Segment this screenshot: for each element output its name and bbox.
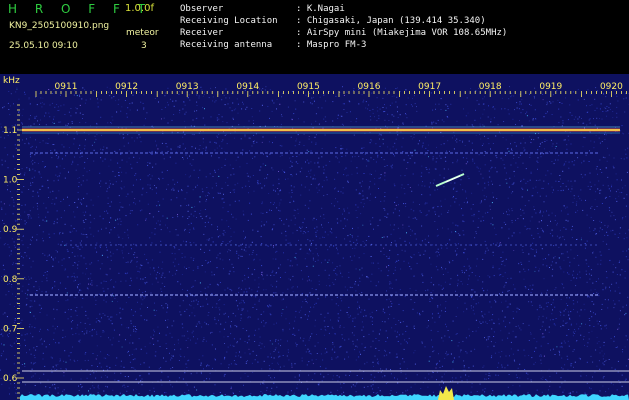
time-tick-label: 0916	[358, 82, 381, 92]
time-tick-label: 0918	[479, 82, 502, 92]
time-tick-label: 0911	[55, 82, 78, 92]
header-panel: H R O F F T 1.0.0f KN9_2505100910.png me…	[0, 0, 629, 74]
time-tick-label: 0919	[539, 82, 562, 92]
spectrogram-plot: 0911 0912 0913 0914 0915 0916 0917 0918 0919 0920…	[0, 74, 629, 400]
time-tick-label: 0915	[297, 82, 320, 92]
frequency-tick-label: 0.7	[3, 324, 17, 334]
time-tick-label: 0917	[418, 82, 441, 92]
antenna-value: : Maspro FM-3	[296, 40, 367, 50]
observer-value: : K.Nagai	[296, 4, 345, 14]
meteor-count-value: 3	[141, 41, 147, 51]
frequency-tick-label: 1.1	[3, 126, 17, 136]
receiver-label: Receiver	[180, 28, 224, 38]
location-value: : Chigasaki, Japan (139.414 35.340)	[296, 16, 486, 26]
antenna-label: Receiving antenna	[180, 40, 273, 50]
location-label: Receiving Location	[180, 16, 278, 26]
receiver-value: : AirSpy mini (Miakejima VOR 108.65MHz)	[296, 28, 508, 38]
image-filename: KN9_2505100910.png	[9, 21, 110, 31]
frequency-tick-label: 0.9	[3, 225, 18, 235]
frequency-tick-label: 0.6	[3, 374, 18, 384]
app-version: 1.0.0f	[125, 3, 154, 14]
observation-timestamp: 25.05.10 09:10	[9, 41, 78, 51]
observer-label: Observer	[180, 4, 224, 14]
unit-label: kHz	[3, 76, 20, 86]
time-tick-label: 0912	[115, 82, 138, 92]
frequency-tick-label: 1.0	[3, 176, 18, 186]
frequency-tick-label: 0.8	[3, 275, 18, 285]
time-tick-label: 0920	[600, 82, 623, 92]
time-tick-label: 0913	[176, 82, 199, 92]
time-tick-label: 0914	[236, 82, 259, 92]
meteor-count-label: meteor	[126, 28, 159, 38]
